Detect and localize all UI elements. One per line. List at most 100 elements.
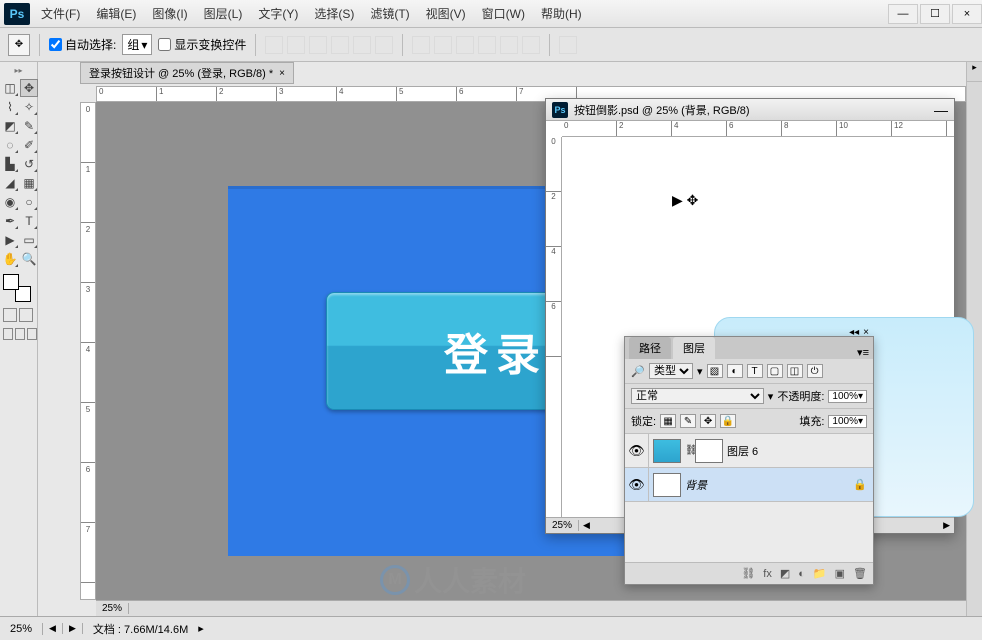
menu-select[interactable]: 选择(S) (307, 1, 361, 26)
zoom-level[interactable]: 25% (546, 520, 579, 531)
info-menu-icon[interactable]: ▸ (198, 622, 204, 635)
dodge-tool-icon[interactable]: ○ (20, 193, 38, 211)
lock-position-icon[interactable]: ✥ (700, 414, 716, 428)
lock-transparent-icon[interactable]: ▦ (660, 414, 676, 428)
layer-name[interactable]: 背景 (685, 477, 853, 493)
stamp-tool-icon[interactable]: ▙ (1, 155, 19, 173)
menu-window[interactable]: 窗口(W) (475, 1, 532, 26)
distribute-icon[interactable] (412, 36, 430, 54)
scroll-right-icon[interactable]: ▶ (63, 623, 83, 634)
group-icon[interactable]: 📁 (813, 567, 827, 580)
hand-tool-icon[interactable]: ✋ (1, 250, 19, 268)
zoom-tool-icon[interactable]: 🔍 (20, 250, 38, 268)
arrange-icon[interactable] (559, 36, 577, 54)
filter-toggle-icon[interactable]: ⏻ (807, 364, 823, 378)
link-layers-icon[interactable]: ⛓ (741, 567, 755, 580)
quick-mask-icon[interactable] (0, 308, 37, 322)
panel-menu-icon[interactable]: ▾≡ (857, 346, 869, 359)
eraser-tool-icon[interactable]: ◢ (1, 174, 19, 192)
crop-tool-icon[interactable]: ◩ (1, 117, 19, 135)
screen-mode-icon[interactable] (0, 328, 37, 340)
layer-item[interactable]: 👁 ⛓ 图层 6 (625, 434, 873, 468)
document-tab[interactable]: 登录按钮设计 @ 25% (登录, RGB/8) * × (80, 62, 294, 84)
marquee-tool-icon[interactable]: ◫ (1, 79, 19, 97)
filter-type-icon[interactable]: T (747, 364, 763, 378)
adjustment-layer-icon[interactable]: ◐ (798, 568, 805, 580)
healing-tool-icon[interactable]: ◌ (1, 136, 19, 154)
color-swatches[interactable] (3, 274, 31, 302)
delete-layer-icon[interactable]: 🗑 (853, 567, 867, 580)
close-button[interactable]: × (952, 4, 982, 24)
menu-view[interactable]: 视图(V) (419, 1, 473, 26)
move-tool-icon[interactable]: ✥ (8, 34, 30, 56)
layer-style-icon[interactable]: fx (763, 568, 772, 580)
menu-type[interactable]: 文字(Y) (251, 1, 305, 26)
filter-adjust-icon[interactable]: ◐ (727, 364, 743, 378)
tab-paths[interactable]: 路径 (629, 337, 671, 359)
opacity-value[interactable]: 100% ▾ (828, 390, 867, 403)
blur-tool-icon[interactable]: ◉ (1, 193, 19, 211)
layers-panel[interactable]: ◂◂ × 路径 图层 ▾≡ 🔎 类型 ▾ ▧ ◐ T ▢ ◫ ⏻ 正常 ▾ 不透… (624, 336, 874, 585)
collapse-icon[interactable]: ◂◂ (849, 327, 859, 338)
panel-tab-icon[interactable]: ▸ (967, 62, 982, 82)
document-info[interactable]: 文档 : 7.66M/14.6M (83, 621, 198, 637)
lock-pixels-icon[interactable]: ✎ (680, 414, 696, 428)
align-top-icon[interactable] (265, 36, 283, 54)
lock-all-icon[interactable]: 🔒 (720, 414, 736, 428)
zoom-level[interactable]: 25% (96, 603, 129, 614)
menu-layer[interactable]: 图层(L) (197, 1, 250, 26)
show-transform-checkbox[interactable]: 显示变换控件 (158, 36, 246, 53)
layer-thumbnail[interactable] (653, 439, 681, 463)
pen-tool-icon[interactable]: ✒ (1, 212, 19, 230)
lasso-tool-icon[interactable]: ⌇ (1, 98, 19, 116)
tab-layers[interactable]: 图层 (673, 337, 715, 359)
menu-help[interactable]: 帮助(H) (534, 1, 589, 26)
minimize-button[interactable]: — (888, 4, 918, 24)
layer-name[interactable]: 图层 6 (727, 443, 873, 459)
gradient-tool-icon[interactable]: ▦ (20, 174, 38, 192)
close-icon[interactable]: × (863, 327, 869, 338)
filter-smart-icon[interactable]: ◫ (787, 364, 803, 378)
layer-mask-icon[interactable]: ◩ (780, 567, 790, 580)
align-vcenter-icon[interactable] (287, 36, 305, 54)
history-brush-tool-icon[interactable]: ↺ (20, 155, 38, 173)
move-tool-icon[interactable]: ✥ (20, 79, 38, 97)
minimize-icon[interactable]: — (934, 102, 948, 118)
menu-image[interactable]: 图像(I) (145, 1, 194, 26)
foreground-color[interactable] (3, 274, 19, 290)
filter-pixel-icon[interactable]: ▧ (707, 364, 723, 378)
align-right-icon[interactable] (375, 36, 393, 54)
brush-tool-icon[interactable]: ✐ (20, 136, 38, 154)
show-transform-input[interactable] (158, 38, 171, 51)
visibility-icon[interactable]: 👁 (625, 434, 649, 467)
scroll-left-icon[interactable]: ◀ (579, 520, 594, 531)
layer-thumbnail[interactable] (653, 473, 681, 497)
magic-wand-tool-icon[interactable]: ✧ (20, 98, 38, 116)
auto-select-target[interactable]: 组 ▾ (122, 34, 152, 55)
zoom-level[interactable]: 25% (0, 623, 43, 635)
close-tab-icon[interactable]: × (279, 68, 285, 79)
maximize-button[interactable]: ☐ (920, 4, 950, 24)
toggle-columns-icon[interactable]: ▸▸ (13, 66, 25, 76)
align-left-icon[interactable] (331, 36, 349, 54)
distribute-icon[interactable] (478, 36, 496, 54)
distribute-icon[interactable] (522, 36, 540, 54)
fill-value[interactable]: 100% ▾ (828, 415, 867, 428)
menu-filter[interactable]: 滤镜(T) (363, 1, 416, 26)
scroll-right-icon[interactable]: ▶ (939, 520, 954, 531)
distribute-icon[interactable] (434, 36, 452, 54)
path-select-tool-icon[interactable]: ▶ (1, 231, 19, 249)
layer-mask-thumbnail[interactable] (695, 439, 723, 463)
menu-edit[interactable]: 编辑(E) (89, 1, 143, 26)
auto-select-checkbox[interactable]: 自动选择: (49, 36, 116, 53)
search-icon[interactable]: 🔎 (631, 365, 645, 378)
eyedropper-tool-icon[interactable]: ✎ (20, 117, 38, 135)
new-layer-icon[interactable]: ▣ (835, 567, 845, 580)
layer-item[interactable]: 👁 背景 🔒 (625, 468, 873, 502)
filter-shape-icon[interactable]: ▢ (767, 364, 783, 378)
blend-mode-select[interactable]: 正常 (631, 388, 764, 404)
filter-kind-select[interactable]: 类型 (649, 363, 693, 379)
align-hcenter-icon[interactable] (353, 36, 371, 54)
scroll-left-icon[interactable]: ◀ (43, 623, 63, 634)
visibility-icon[interactable]: 👁 (625, 468, 649, 501)
